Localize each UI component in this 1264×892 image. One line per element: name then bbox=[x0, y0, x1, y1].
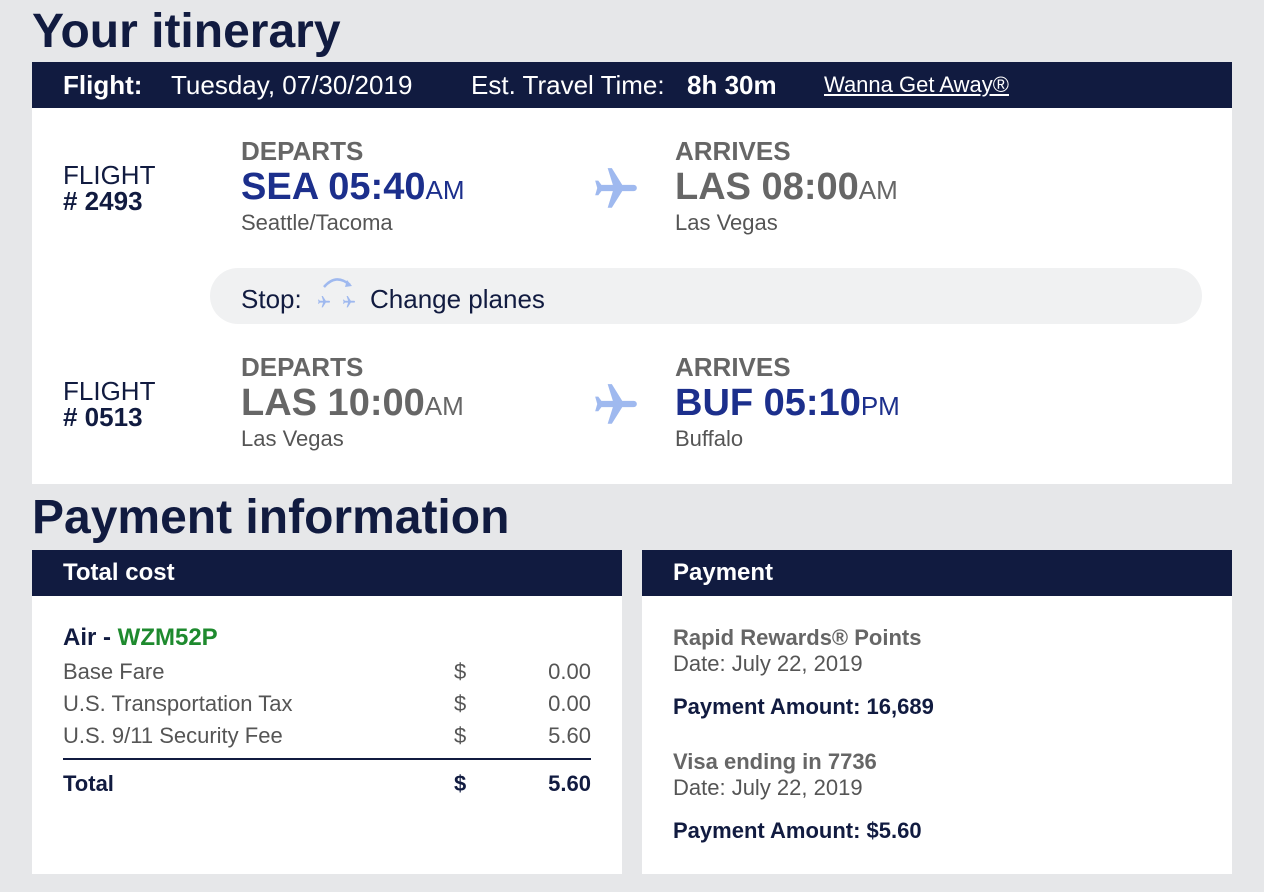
payment-method-amount: Payment Amount: $5.60 bbox=[673, 818, 922, 843]
flight-1-arrives-time: LAS 08:00AM bbox=[675, 166, 898, 208]
payment-card: Rapid Rewards® Points Date: July 22, 201… bbox=[642, 596, 1232, 874]
flight-1-label: FLIGHT bbox=[63, 160, 156, 190]
travel-time-value: 8h 30m bbox=[687, 69, 777, 100]
total-currency: $ bbox=[454, 771, 467, 796]
flight-2-departs-city: Las Vegas bbox=[241, 426, 344, 451]
flight-2-departs-label: DEPARTS bbox=[241, 352, 364, 382]
airplane-icon bbox=[588, 164, 644, 214]
cost-row-currency: $ bbox=[454, 659, 467, 684]
flight-2-number: # 0513 bbox=[63, 402, 143, 432]
total-amount: 5.60 bbox=[548, 771, 591, 796]
flight-2-departs-time: LAS 10:00AM bbox=[241, 382, 464, 424]
flight-summary-bar: Flight: Tuesday, 07/30/2019 Est. Travel … bbox=[32, 62, 1232, 108]
payment-method-name: Rapid Rewards® Points bbox=[673, 625, 922, 650]
payment-title: Payment information bbox=[32, 491, 510, 544]
cost-row-amount: 0.00 bbox=[548, 659, 591, 684]
total-divider bbox=[63, 758, 591, 760]
flight-1-departs-city: Seattle/Tacoma bbox=[241, 210, 393, 235]
stop-label: Stop: bbox=[241, 284, 302, 314]
air-line: Air - WZM52P bbox=[63, 624, 218, 651]
payment-method-date: Date: July 22, 2019 bbox=[673, 775, 863, 800]
payment-method-name: Visa ending in 7736 bbox=[673, 749, 877, 774]
itinerary-card: FLIGHT # 2493 DEPARTS SEA 05:40AM Seattl… bbox=[32, 108, 1232, 484]
flight-1-departs-label: DEPARTS bbox=[241, 136, 364, 166]
flight-1-arrives-label: ARRIVES bbox=[675, 136, 791, 166]
flight-2-arrives-city: Buffalo bbox=[675, 426, 744, 451]
payment-method-amount: Payment Amount: 16,689 bbox=[673, 694, 934, 719]
travel-time-label: Est. Travel Time: bbox=[471, 69, 665, 100]
flight-date: Tuesday, 07/30/2019 bbox=[171, 69, 413, 100]
stop-text: Change planes bbox=[370, 284, 545, 314]
fare-type-link[interactable]: Wanna Get Away® bbox=[824, 72, 1009, 98]
flight-1-arrives-city: Las Vegas bbox=[675, 210, 778, 235]
change-planes-icon bbox=[312, 275, 362, 313]
itinerary-title: Your itinerary bbox=[32, 5, 341, 58]
cost-row-label: U.S. Transportation Tax bbox=[63, 691, 293, 716]
confirmation-number: WZM52P bbox=[117, 624, 218, 651]
flight-2-arrives-time: BUF 05:10PM bbox=[675, 382, 900, 424]
payment-method-date: Date: July 22, 2019 bbox=[673, 651, 863, 676]
cost-row-label: U.S. 9/11 Security Fee bbox=[63, 723, 283, 748]
flight-2-label: FLIGHT bbox=[63, 376, 156, 406]
total-cost-card: Air - WZM52P Base Fare $ 0.00 U.S. Trans… bbox=[32, 596, 622, 874]
flight-2-arrives-label: ARRIVES bbox=[675, 352, 791, 382]
cost-row-label: Base Fare bbox=[63, 659, 165, 684]
flight-1-departs-time: SEA 05:40AM bbox=[241, 166, 465, 208]
cost-row-currency: $ bbox=[454, 691, 467, 716]
flight-1-number: # 2493 bbox=[63, 186, 143, 216]
cost-row-currency: $ bbox=[454, 723, 467, 748]
payment-header: Payment bbox=[642, 550, 1232, 596]
airplane-icon bbox=[588, 380, 644, 430]
total-cost-header: Total cost bbox=[32, 550, 622, 596]
cost-row-amount: 0.00 bbox=[548, 691, 591, 716]
cost-row-amount: 5.60 bbox=[548, 723, 591, 748]
total-label: Total bbox=[63, 771, 114, 796]
stop-pill: Stop: Change planes bbox=[210, 268, 1202, 324]
flight-label: Flight: bbox=[63, 69, 143, 100]
